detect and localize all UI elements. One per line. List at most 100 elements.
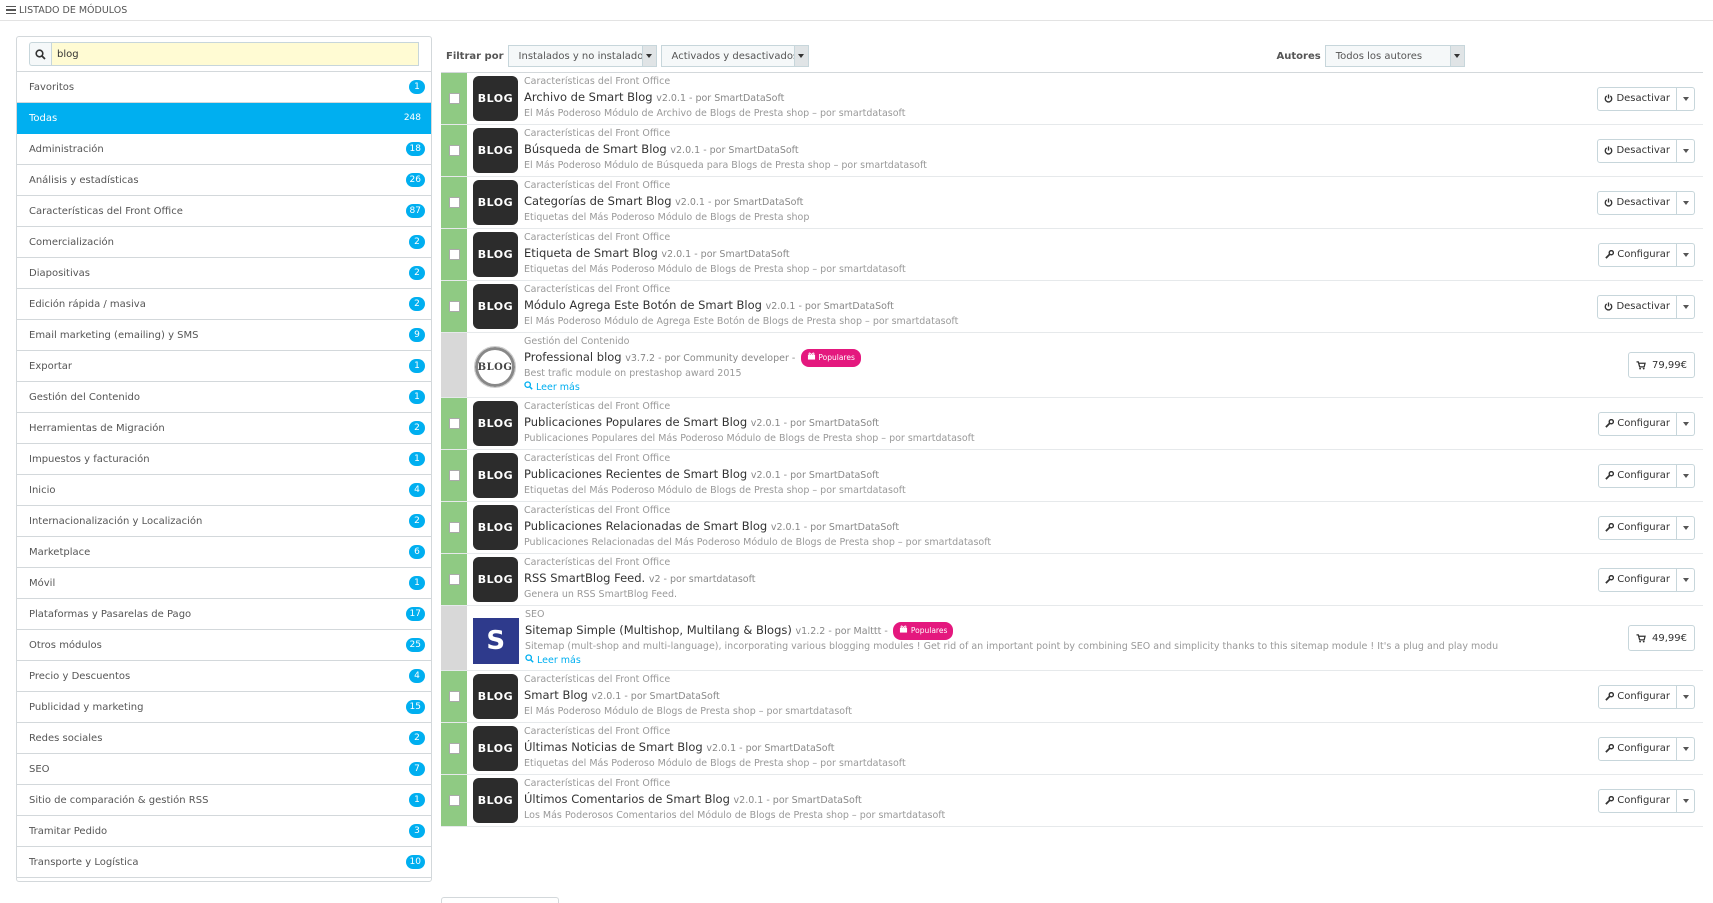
module-checkbox[interactable] (448, 249, 460, 260)
sidebar-item[interactable]: Impuestos y facturación 1 (17, 444, 431, 475)
module-logo: BLOG (473, 284, 518, 329)
module-checkbox[interactable] (448, 470, 460, 481)
action-dropdown-toggle[interactable] (1677, 684, 1695, 709)
module-action-button[interactable]: Desactivar (1597, 294, 1677, 319)
sidebar-item[interactable]: Todas 248 (17, 103, 431, 134)
module-name[interactable]: Últimas Noticias de Smart Blog (524, 740, 703, 754)
authors-filter-select[interactable]: Todos los autores (1324, 45, 1465, 67)
count-badge: 7 (409, 762, 425, 776)
module-action-button[interactable]: Configurar (1598, 411, 1677, 436)
module-action-button[interactable]: Configurar (1598, 788, 1677, 813)
module-checkbox[interactable] (448, 522, 460, 533)
sidebar-item[interactable]: Email marketing (emailing) y SMS 9 (17, 320, 431, 351)
sidebar-item[interactable]: Administración 18 (17, 134, 431, 165)
action-dropdown-toggle[interactable] (1677, 788, 1695, 813)
module-checkbox[interactable] (448, 691, 460, 702)
pagination (441, 897, 559, 903)
sidebar-item[interactable]: Marketplace 6 (17, 537, 431, 568)
module-info: Características del Front Office Publicac… (524, 450, 1703, 501)
action-dropdown-toggle[interactable] (1677, 515, 1695, 540)
module-logo: BLOG (473, 557, 518, 602)
module-name[interactable]: Publicaciones Relacionadas de Smart Blog (524, 519, 767, 533)
sidebar-item[interactable]: Sitio de comparación & gestión RSS 1 (17, 785, 431, 816)
module-name[interactable]: Publicaciones Populares de Smart Blog (524, 415, 747, 429)
buy-button[interactable]: 49,99€ (1627, 625, 1695, 651)
chevron-down-icon (1682, 200, 1689, 205)
action-dropdown-toggle[interactable] (1677, 242, 1695, 267)
action-dropdown-toggle[interactable] (1677, 138, 1695, 163)
sidebar-item[interactable]: Otros módulos 25 (17, 630, 431, 661)
action-label: Desactivar (1616, 93, 1670, 104)
logo-text: BLOG (477, 742, 514, 755)
module-name[interactable]: Publicaciones Recientes de Smart Blog (524, 467, 747, 481)
status-stripe (441, 606, 467, 670)
action-dropdown-toggle[interactable] (1677, 411, 1695, 436)
module-row: S SEO Sitemap Simple (Multishop, Multilang… (441, 606, 1703, 671)
sidebar-item[interactable]: Diapositivas 2 (17, 258, 431, 289)
module-checkbox[interactable] (448, 145, 460, 156)
status-filter-select[interactable]: Activados y desactivados (660, 45, 809, 67)
module-info: Características del Front Office Smart Bl… (524, 671, 1703, 722)
install-filter-select[interactable]: Instalados y no instalados (507, 45, 657, 67)
module-action-button[interactable]: Desactivar (1597, 190, 1677, 215)
module-checkbox[interactable] (448, 574, 460, 585)
module-name[interactable]: Categorías de Smart Blog (524, 194, 672, 208)
power-icon (1604, 94, 1613, 103)
sidebar-item[interactable]: Inicio 4 (17, 475, 431, 506)
sidebar-item[interactable]: Publicidad y marketing 15 (17, 692, 431, 723)
module-action-button[interactable]: Configurar (1598, 736, 1677, 761)
module-action-button[interactable]: Configurar (1598, 242, 1677, 267)
search-input[interactable] (51, 42, 419, 66)
read-more-link[interactable]: Leer más (525, 654, 1703, 668)
sidebar-item[interactable]: Exportar 1 (17, 351, 431, 382)
module-action-button[interactable]: Configurar (1598, 515, 1677, 540)
module-action-button[interactable]: Configurar (1598, 463, 1677, 488)
module-name[interactable]: Smart Blog (524, 688, 588, 702)
module-checkbox[interactable] (448, 743, 460, 754)
module-name[interactable]: Professional blog (524, 350, 622, 364)
chevron-down-icon (1682, 577, 1689, 582)
module-action-button[interactable]: Desactivar (1597, 138, 1677, 163)
sidebar-item[interactable]: Características del Front Office 87 (17, 196, 431, 227)
module-action-button[interactable]: Configurar (1598, 684, 1677, 709)
sidebar-item[interactable]: Análisis y estadísticas 26 (17, 165, 431, 196)
sidebar-item[interactable]: Plataformas y Pasarelas de Pago 17 (17, 599, 431, 630)
action-dropdown-toggle[interactable] (1677, 736, 1695, 761)
sidebar-item[interactable]: Transporte y Logística 10 (17, 847, 431, 878)
sidebar-item[interactable]: Precio y Descuentos 4 (17, 661, 431, 692)
sidebar-item[interactable]: Móvil 1 (17, 568, 431, 599)
sidebar-item[interactable]: Comercialización 2 (17, 227, 431, 258)
sidebar-item[interactable]: SEO 7 (17, 754, 431, 785)
buy-button[interactable]: 79,99€ (1627, 352, 1695, 378)
action-dropdown-toggle[interactable] (1677, 463, 1695, 488)
action-dropdown-toggle[interactable] (1677, 190, 1695, 215)
module-name[interactable]: Búsqueda de Smart Blog (524, 142, 667, 156)
module-action-button[interactable]: Configurar (1598, 567, 1677, 592)
module-name[interactable]: Sitemap Simple (Multishop, Multilang & B… (525, 623, 792, 637)
module-name[interactable]: Módulo Agrega Este Botón de Smart Blog (524, 298, 762, 312)
module-checkbox[interactable] (448, 93, 460, 104)
action-dropdown-toggle[interactable] (1677, 86, 1695, 111)
module-name[interactable]: RSS SmartBlog Feed. (524, 571, 645, 585)
module-checkbox[interactable] (448, 795, 460, 806)
module-name[interactable]: Etiqueta de Smart Blog (524, 246, 658, 260)
action-dropdown-toggle[interactable] (1677, 567, 1695, 592)
count-badge: 26 (405, 173, 425, 187)
module-checkbox[interactable] (448, 197, 460, 208)
action-dropdown-toggle[interactable] (1677, 294, 1695, 319)
read-more-link[interactable]: Leer más (524, 381, 1703, 395)
sidebar-item[interactable]: Tramitar Pedido 3 (17, 816, 431, 847)
module-checkbox[interactable] (448, 301, 460, 312)
sidebar-item[interactable]: Herramientas de Migración 2 (17, 413, 431, 444)
sidebar-item[interactable]: Edición rápida / masiva 2 (17, 289, 431, 320)
module-action-button[interactable]: Desactivar (1597, 86, 1677, 111)
chevron-down-icon (1682, 694, 1689, 699)
sidebar-item[interactable]: Favoritos 1 (17, 72, 431, 103)
module-row: BLOG Características del Front Office Etiq… (441, 229, 1703, 281)
sidebar-item[interactable]: Redes sociales 2 (17, 723, 431, 754)
module-name[interactable]: Archivo de Smart Blog (524, 90, 653, 104)
sidebar-item[interactable]: Internacionalización y Localización 2 (17, 506, 431, 537)
module-name[interactable]: Últimos Comentarios de Smart Blog (524, 792, 730, 806)
sidebar-item[interactable]: Gestión del Contenido 1 (17, 382, 431, 413)
module-checkbox[interactable] (448, 418, 460, 429)
